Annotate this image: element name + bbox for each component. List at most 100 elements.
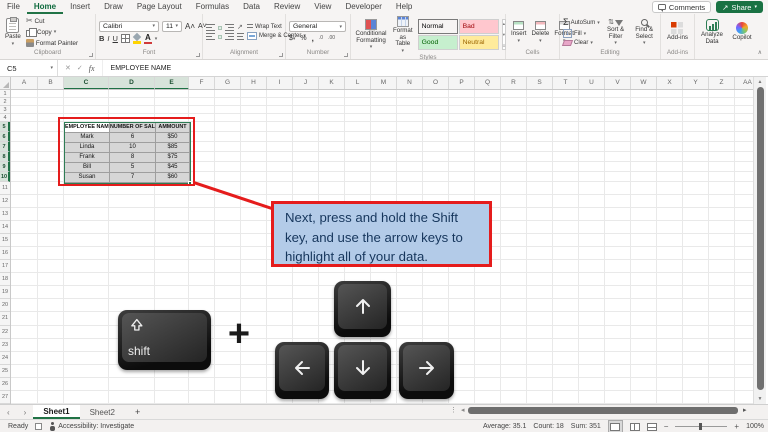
ribbon-tab-draw[interactable]: Draw — [97, 0, 130, 14]
vertical-scrollbar[interactable]: ▲ ▼ — [753, 77, 766, 404]
column-header-X[interactable]: X — [657, 77, 683, 90]
ribbon-tab-formulas[interactable]: Formulas — [189, 0, 236, 14]
ribbon-tab-insert[interactable]: Insert — [63, 0, 97, 14]
cell-style-good[interactable]: Good — [418, 35, 458, 50]
ribbon-tab-page-layout[interactable]: Page Layout — [130, 0, 189, 14]
increase-decimal-button[interactable]: .0 — [319, 36, 323, 41]
column-header-R[interactable]: R — [501, 77, 527, 90]
ribbon-tab-data[interactable]: Data — [236, 0, 267, 14]
scroll-up-icon[interactable]: ▲ — [758, 79, 763, 85]
align-center-button[interactable] — [218, 35, 222, 39]
increase-font-button[interactable]: A˄ — [185, 22, 195, 31]
column-header-T[interactable]: T — [553, 77, 579, 90]
column-header-M[interactable]: M — [371, 77, 397, 90]
table-cell[interactable]: 6 — [110, 133, 156, 143]
column-header-B[interactable]: B — [38, 77, 64, 90]
sheet-nav-left-icon[interactable]: ‹ — [0, 408, 17, 417]
normal-view-button[interactable] — [608, 420, 623, 432]
cell-style-normal[interactable]: Normal — [418, 19, 458, 34]
ribbon-tab-help[interactable]: Help — [389, 0, 419, 14]
clear-button[interactable]: Clear▾ — [563, 40, 600, 46]
insert-function-icon[interactable]: fx — [89, 64, 95, 73]
find-select-button[interactable]: Find & Select ▾ — [631, 19, 657, 45]
align-left-icon[interactable] — [206, 33, 215, 40]
row-header-24[interactable]: 24 — [0, 352, 10, 365]
decrease-decimal-button[interactable]: .00 — [328, 36, 335, 41]
collapse-ribbon-icon[interactable]: ∧ — [758, 49, 762, 56]
addins-button[interactable]: Add-ins — [665, 22, 690, 42]
table-cell[interactable]: $85 — [156, 143, 190, 153]
horizontal-scroll-thumb[interactable] — [468, 407, 738, 414]
font-name-select[interactable]: Calibri▾ — [99, 21, 159, 32]
row-header-5[interactable]: 5 — [0, 122, 10, 132]
table-cell[interactable]: 10 — [110, 143, 156, 153]
ribbon-tab-view[interactable]: View — [307, 0, 338, 14]
column-header-H[interactable]: H — [241, 77, 267, 90]
column-header-O[interactable]: O — [423, 77, 449, 90]
fill-color-icon[interactable] — [133, 34, 141, 44]
table-cell[interactable]: $50 — [156, 133, 190, 143]
cell-style-neutral[interactable]: Neutral — [459, 35, 499, 50]
row-header-17[interactable]: 17 — [0, 260, 10, 273]
table-cell[interactable]: $60 — [156, 173, 190, 183]
column-header-Y[interactable]: Y — [683, 77, 709, 90]
row-header-18[interactable]: 18 — [0, 273, 10, 286]
conditional-formatting-button[interactable]: Conditional Formatting ▾ — [354, 19, 388, 49]
row-header-15[interactable]: 15 — [0, 234, 10, 247]
column-header-D[interactable]: D — [109, 77, 155, 90]
zoom-slider[interactable] — [675, 426, 727, 427]
format-painter-button[interactable]: Format Painter — [26, 39, 78, 47]
column-header-Q[interactable]: Q — [475, 77, 501, 90]
row-header-20[interactable]: 20 — [0, 299, 10, 312]
paste-button[interactable]: Paste ▾ — [3, 18, 23, 46]
row-header-23[interactable]: 23 — [0, 339, 10, 352]
sort-filter-button[interactable]: ⇅ Sort & Filter ▾ — [603, 19, 629, 45]
table-cell[interactable]: 7 — [110, 173, 156, 183]
row-header-7[interactable]: 7 — [0, 142, 10, 152]
column-header-F[interactable]: F — [189, 77, 215, 90]
format-as-table-button[interactable]: Format as Table ▾ — [391, 16, 415, 53]
font-size-select[interactable]: 11▾ — [162, 21, 182, 32]
sheet-nav-right-icon[interactable]: › — [17, 408, 34, 417]
formula-content[interactable]: EMPLOYEE NAME — [103, 65, 172, 72]
hscroll-right-icon[interactable]: ▸ — [743, 406, 747, 414]
number-format-select[interactable]: General▾ — [289, 21, 346, 32]
column-header-G[interactable]: G — [215, 77, 241, 90]
align-bottom-icon[interactable] — [225, 24, 234, 31]
row-header-1[interactable]: 1 — [0, 90, 10, 98]
row-header-26[interactable]: 26 — [0, 378, 10, 391]
dialog-launcher-icon[interactable] — [196, 53, 200, 57]
column-header-W[interactable]: W — [631, 77, 657, 90]
column-header-Z[interactable]: Z — [709, 77, 735, 90]
column-header-I[interactable]: I — [267, 77, 293, 90]
row-header-27[interactable]: 27 — [0, 391, 10, 404]
align-right-icon[interactable] — [225, 33, 234, 40]
column-header-E[interactable]: E — [155, 77, 189, 90]
table-cell[interactable]: Susan — [65, 173, 110, 183]
ribbon-tab-file[interactable]: File — [0, 0, 27, 14]
cell-style-bad[interactable]: Bad — [459, 19, 499, 34]
row-header-11[interactable]: 11 — [0, 182, 10, 195]
row-header-25[interactable]: 25 — [0, 365, 10, 378]
add-sheet-button[interactable]: + — [125, 407, 150, 417]
zoom-level[interactable]: 100% — [746, 423, 764, 430]
copilot-button[interactable]: Copilot — [730, 22, 754, 42]
row-header-10[interactable]: 10 — [0, 172, 10, 182]
sheet-tab-sheet1[interactable]: Sheet1 — [33, 405, 79, 419]
analyze-data-button[interactable]: Analyze Data — [698, 19, 726, 45]
bold-button[interactable]: B — [99, 34, 104, 43]
column-header-U[interactable]: U — [579, 77, 605, 90]
table-cell[interactable]: Linda — [65, 143, 110, 153]
row-header-14[interactable]: 14 — [0, 221, 10, 234]
row-header-8[interactable]: 8 — [0, 152, 10, 162]
macro-record-icon[interactable] — [35, 423, 42, 430]
autosum-button[interactable]: ΣAutoSum▾ — [563, 18, 600, 27]
percent-button[interactable]: % — [300, 34, 306, 43]
column-header-V[interactable]: V — [605, 77, 631, 90]
comma-style-button[interactable]: , — [312, 34, 314, 43]
table-header-cell[interactable]: AMMOUNT — [156, 123, 190, 133]
dialog-launcher-icon[interactable] — [89, 53, 93, 57]
scroll-down-icon[interactable]: ▼ — [758, 396, 763, 402]
table-cell[interactable]: $45 — [156, 163, 190, 173]
italic-button[interactable]: I — [107, 34, 109, 43]
